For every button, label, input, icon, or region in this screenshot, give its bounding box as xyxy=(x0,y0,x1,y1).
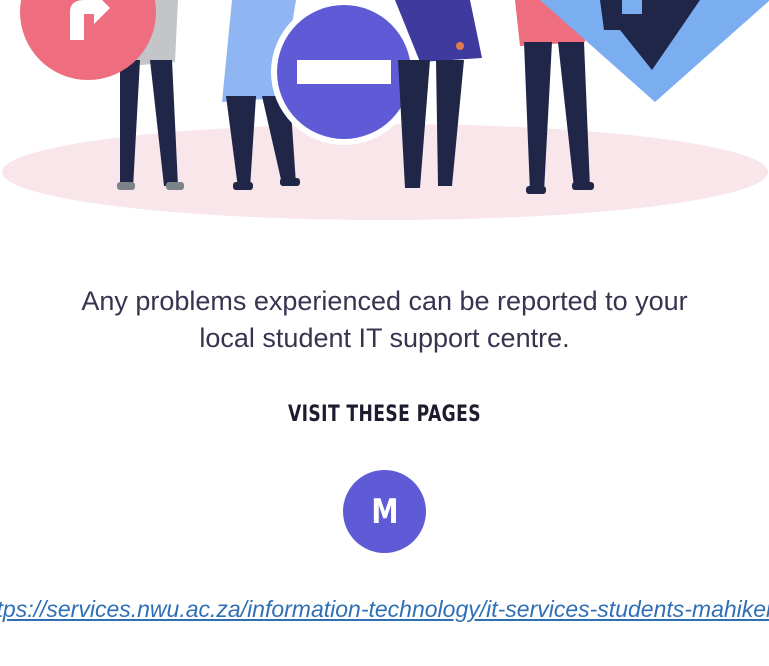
campus-page-link[interactable]: https://services.nwu.ac.za/information-t… xyxy=(0,596,769,623)
support-message-line1: Any problems experienced can be reported… xyxy=(81,286,688,316)
section-heading: VISIT THESE PAGES xyxy=(287,402,482,427)
people-with-signs-illustration xyxy=(2,0,769,220)
support-message-line2: local student IT support centre. xyxy=(199,323,570,353)
floor-shadow xyxy=(2,124,768,220)
avatar: M xyxy=(343,470,426,553)
page: Any problems experienced can be reported… xyxy=(0,0,769,666)
avatar-letter: M xyxy=(370,491,399,532)
support-message: Any problems experienced can be reported… xyxy=(0,283,769,357)
no-entry-sign-icon xyxy=(271,0,417,145)
